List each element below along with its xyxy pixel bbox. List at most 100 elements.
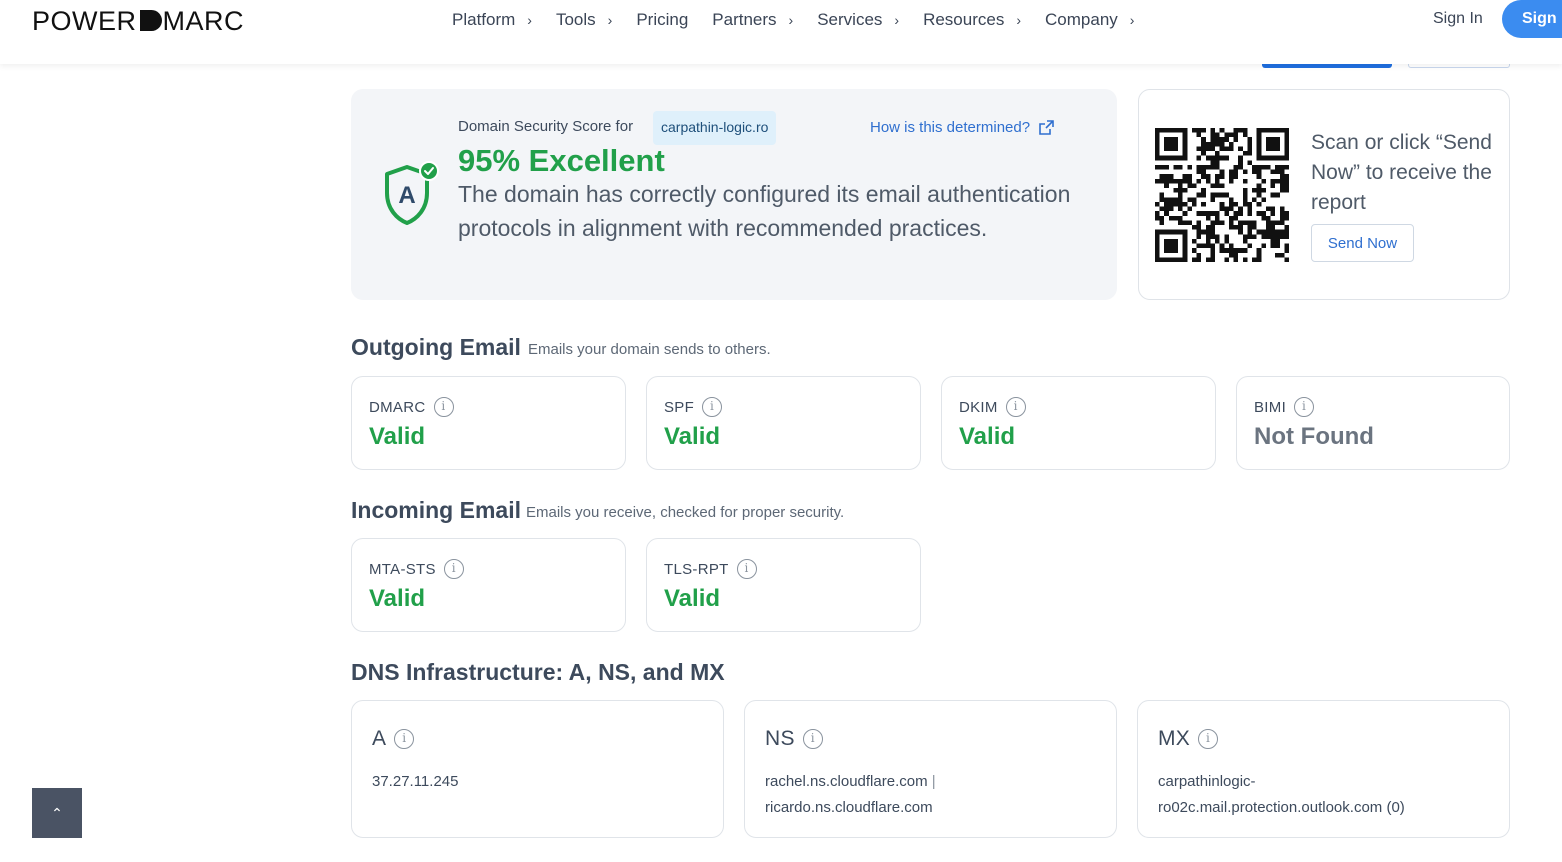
qr-module bbox=[1265, 215, 1271, 221]
qr-module bbox=[1270, 225, 1276, 230]
sign-up-button[interactable]: Sign bbox=[1502, 0, 1562, 38]
nav-pricing[interactable]: Pricing bbox=[636, 10, 688, 30]
qr-module bbox=[1182, 243, 1188, 249]
mta-sts-card[interactable]: MTA-STS i Valid bbox=[351, 538, 626, 632]
sign-in-link[interactable]: Sign In bbox=[1433, 10, 1483, 28]
qr-module bbox=[1159, 197, 1165, 202]
qr-module bbox=[1155, 215, 1160, 221]
qr-module bbox=[1238, 206, 1243, 212]
qr-module bbox=[1173, 128, 1179, 133]
qr-module bbox=[1242, 248, 1248, 253]
powerdmarc-logo[interactable]: POWER MARC bbox=[32, 6, 244, 37]
qr-code-image[interactable] bbox=[1155, 128, 1289, 262]
qr-module bbox=[1210, 211, 1216, 216]
nav-company[interactable]: Company › bbox=[1045, 10, 1134, 30]
qr-module bbox=[1284, 141, 1289, 147]
nav-services[interactable]: Services › bbox=[817, 10, 899, 30]
qr-module bbox=[1275, 155, 1280, 161]
qr-module bbox=[1261, 164, 1266, 170]
spf-card[interactable]: SPF i Valid bbox=[646, 376, 921, 470]
dns-ns-value: rachel.ns.cloudflare.com | ricardo.ns.cl… bbox=[765, 769, 1105, 821]
info-icon[interactable]: i bbox=[802, 729, 823, 749]
send-now-button[interactable]: Send Now bbox=[1311, 224, 1414, 262]
info-icon[interactable]: i bbox=[1005, 397, 1026, 417]
qr-module bbox=[1182, 248, 1188, 253]
bimi-card[interactable]: BIMI i Not Found bbox=[1236, 376, 1510, 470]
info-icon[interactable]: i bbox=[736, 559, 757, 579]
qr-module bbox=[1219, 137, 1225, 142]
qr-module bbox=[1196, 243, 1202, 249]
dns-ns-card: NS i rachel.ns.cloudflare.com | ricardo.n… bbox=[744, 700, 1117, 838]
qr-module bbox=[1252, 169, 1257, 175]
chevron-right-icon: › bbox=[1016, 12, 1022, 28]
dns-a-value: 37.27.11.245 bbox=[372, 769, 712, 795]
qr-module bbox=[1256, 229, 1262, 235]
info-icon[interactable]: i bbox=[394, 729, 415, 749]
qr-module bbox=[1233, 215, 1239, 221]
dns-a-label: A bbox=[372, 727, 387, 750]
qr-module bbox=[1275, 141, 1280, 147]
qr-module bbox=[1210, 248, 1216, 253]
nav-company-label: Company bbox=[1045, 10, 1118, 29]
qr-module bbox=[1168, 229, 1174, 235]
qr-module bbox=[1210, 160, 1216, 165]
qr-module bbox=[1168, 257, 1174, 262]
tls-rpt-card[interactable]: TLS-RPT i Valid bbox=[646, 538, 921, 632]
qr-module bbox=[1284, 234, 1289, 239]
qr-module bbox=[1210, 137, 1216, 142]
qr-module bbox=[1173, 243, 1179, 249]
qr-module bbox=[1238, 225, 1243, 230]
info-icon[interactable]: i bbox=[702, 397, 723, 417]
dmarc-card[interactable]: DMARC i Valid bbox=[351, 376, 626, 470]
qr-module bbox=[1279, 234, 1285, 239]
qr-module bbox=[1155, 141, 1160, 147]
qr-module bbox=[1284, 188, 1289, 193]
qr-module bbox=[1228, 197, 1234, 202]
bimi-status: Not Found bbox=[1254, 423, 1374, 450]
qr-module bbox=[1210, 141, 1216, 147]
dkim-card[interactable]: DKIM i Valid bbox=[941, 376, 1216, 470]
scroll-to-top-button[interactable]: ⌃ bbox=[32, 788, 82, 838]
nav-partners[interactable]: Partners › bbox=[712, 10, 793, 30]
qr-module bbox=[1252, 197, 1257, 202]
nav-platform[interactable]: Platform › bbox=[452, 10, 532, 30]
external-link-icon bbox=[1039, 120, 1054, 135]
qr-module bbox=[1196, 211, 1202, 216]
info-icon[interactable]: i bbox=[433, 397, 454, 417]
info-icon[interactable]: i bbox=[1294, 397, 1315, 417]
qr-module bbox=[1205, 141, 1211, 147]
qr-module bbox=[1215, 211, 1220, 216]
qr-module bbox=[1228, 206, 1234, 212]
qr-module bbox=[1256, 192, 1262, 198]
qr-module bbox=[1279, 174, 1285, 179]
incoming-email-title: Incoming Email bbox=[351, 497, 521, 523]
qr-module bbox=[1256, 211, 1262, 216]
qr-module bbox=[1219, 183, 1225, 189]
nav-tools[interactable]: Tools › bbox=[556, 10, 612, 30]
how-determined-link[interactable]: How is this determined? bbox=[870, 119, 1055, 136]
qr-module bbox=[1210, 164, 1216, 170]
nav-resources[interactable]: Resources › bbox=[923, 10, 1021, 30]
qr-module bbox=[1270, 155, 1276, 161]
qr-module bbox=[1261, 215, 1266, 221]
qr-module bbox=[1256, 137, 1262, 142]
qr-module bbox=[1284, 137, 1289, 142]
qr-module bbox=[1164, 248, 1169, 253]
info-icon[interactable]: i bbox=[1198, 729, 1219, 749]
qr-module bbox=[1256, 132, 1262, 138]
dns-infrastructure-title: DNS Infrastructure: A, NS, and MX bbox=[351, 659, 725, 685]
info-icon[interactable]: i bbox=[443, 559, 464, 579]
qr-module bbox=[1182, 151, 1188, 156]
qr-module bbox=[1168, 137, 1174, 142]
qr-module bbox=[1228, 225, 1234, 230]
qr-module bbox=[1261, 234, 1266, 239]
qr-module bbox=[1205, 243, 1211, 249]
qr-module bbox=[1279, 206, 1285, 212]
qr-module bbox=[1233, 225, 1239, 230]
qr-module bbox=[1155, 151, 1160, 156]
qr-module bbox=[1196, 257, 1202, 262]
dkim-status: Valid bbox=[959, 423, 1016, 450]
qr-module bbox=[1242, 234, 1248, 239]
qr-module bbox=[1256, 151, 1262, 156]
qr-module bbox=[1210, 155, 1216, 161]
